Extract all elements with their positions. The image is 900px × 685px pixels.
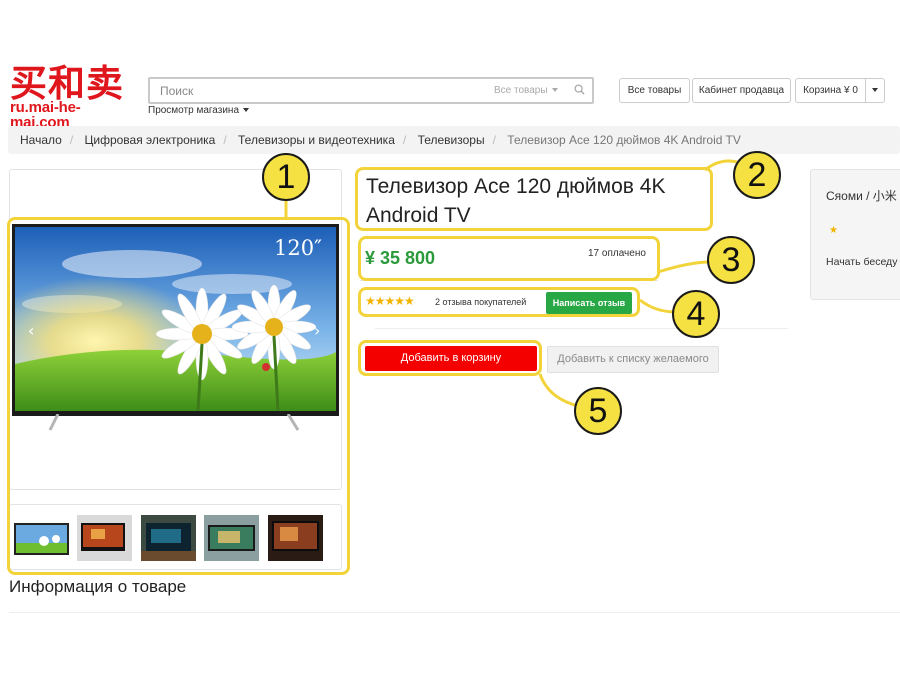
- breadcrumb-home[interactable]: Начало: [20, 133, 62, 147]
- seller-panel: Сяоми / 小米 ★ Начать беседу: [810, 169, 900, 300]
- annotation-marker-4: 4: [672, 290, 720, 338]
- chevron-down-icon: [243, 108, 250, 113]
- start-chat-link[interactable]: Начать беседу: [826, 256, 897, 268]
- store-view-dropdown[interactable]: Просмотр магазина: [148, 105, 250, 116]
- thumbnail-2[interactable]: [77, 515, 132, 561]
- thumbnail-1[interactable]: [14, 515, 69, 561]
- breadcrumb: Начало / Цифровая электроника / Телевизоры…: [8, 126, 900, 154]
- product-main-image[interactable]: 120″ ‹ ›: [12, 224, 339, 416]
- rating-row: ★★★★★ 2 отзыва покупателей Написать отзы…: [365, 292, 645, 316]
- add-to-cart-button[interactable]: Добавить в корзину: [365, 346, 537, 371]
- search-input[interactable]: Поиск: [160, 84, 193, 98]
- search-scope-label: Все товары: [494, 85, 548, 96]
- search-icon[interactable]: [574, 84, 585, 95]
- thumbnail-5[interactable]: [268, 515, 323, 561]
- product-info-heading: Информация о товаре: [9, 577, 187, 596]
- search-scope-dropdown[interactable]: Все товары: [494, 85, 558, 96]
- divider: [9, 612, 900, 613]
- annotation-marker-2: 2: [733, 151, 781, 199]
- annotation-marker-5: 5: [574, 387, 622, 435]
- product-price: ¥ 35 800: [365, 248, 436, 268]
- paid-count: 17 оплачено: [588, 248, 646, 259]
- store-view-label: Просмотр магазина: [148, 105, 240, 116]
- svg-text:‹: ‹: [28, 321, 34, 340]
- divider: [360, 280, 658, 281]
- write-review-button[interactable]: Написать отзыв: [546, 292, 632, 314]
- annotation-marker-1: 1: [262, 153, 310, 201]
- breadcrumb-current: Телевизор Ace 120 дюймов 4K Android TV: [507, 133, 741, 147]
- thumbnail-strip: [9, 504, 342, 570]
- divider: [375, 328, 788, 329]
- seller-rating-star: ★: [829, 225, 838, 236]
- screen-size-label: 120″: [274, 236, 322, 260]
- tv-stand-legs: [48, 414, 300, 431]
- review-count-link[interactable]: 2 отзыва покупателей: [435, 297, 526, 307]
- cart-button[interactable]: Корзина ¥ 0: [795, 78, 866, 103]
- seller-cabinet-button[interactable]: Кабинет продавца: [692, 78, 791, 103]
- seller-name-link[interactable]: Сяоми / 小米: [826, 187, 897, 204]
- thumbnail-4[interactable]: [204, 515, 259, 561]
- site-logo[interactable]: 买和卖 ru.mai-he-mai.com: [10, 63, 138, 130]
- chevron-down-icon: [551, 88, 558, 93]
- annotation-marker-3: 3: [707, 236, 755, 284]
- add-to-wishlist-button[interactable]: Добавить к списку желаемого: [547, 346, 719, 373]
- product-title: Телевизор Ace 120 дюймов 4K Android TV: [366, 175, 666, 227]
- breadcrumb-tvs[interactable]: Телевизоры: [418, 133, 485, 147]
- chevron-down-icon: [872, 88, 878, 93]
- logo-chinese-text: 买和卖: [10, 61, 124, 105]
- svg-text:›: ›: [314, 321, 320, 340]
- thumbnail-3[interactable]: [141, 515, 196, 561]
- search-bar[interactable]: Поиск Все товары: [148, 77, 594, 104]
- breadcrumb-tv-video[interactable]: Телевизоры и видеотехника: [238, 133, 395, 147]
- cart-dropdown-button[interactable]: [865, 78, 885, 103]
- breadcrumb-digital-electronics[interactable]: Цифровая электроника: [85, 133, 216, 147]
- star-rating: ★★★★★: [365, 294, 415, 308]
- price-block: ¥ 35 800 17 оплачено: [360, 238, 658, 280]
- all-products-button[interactable]: Все товары: [619, 78, 690, 103]
